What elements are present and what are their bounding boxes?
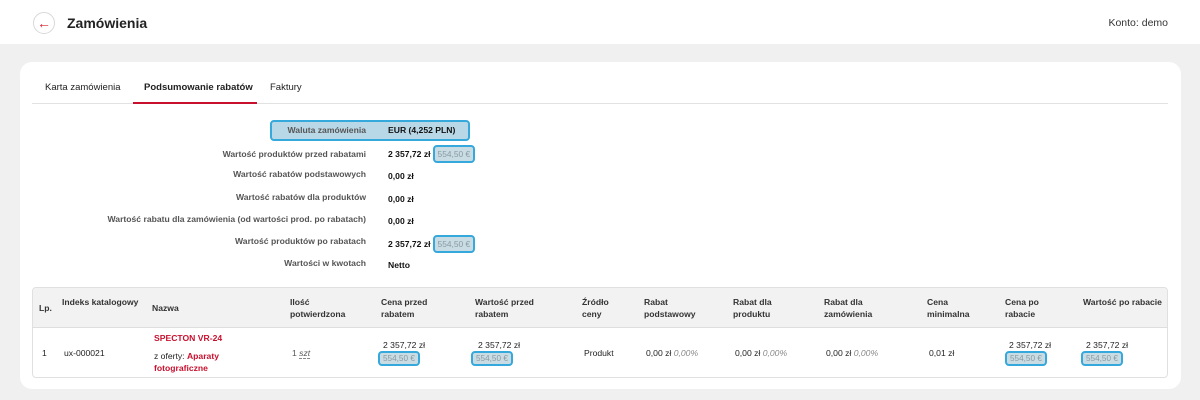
col-disc-product: Rabat dla produktu <box>733 297 772 319</box>
cell-lp: 1 <box>42 348 47 358</box>
col-price-after: Cena po rabacie <box>1005 297 1039 319</box>
summary-label: Wartość produktów po rabatach <box>235 236 366 246</box>
tab-podsumowanie-rabatow[interactable]: Podsumowanie rabatów <box>144 82 253 93</box>
unit-label: szt <box>299 348 311 359</box>
col-disc-order: Rabat dla zamówienia <box>824 297 873 319</box>
eur-value-badge: 554,50 € <box>1081 351 1123 366</box>
summary-row-amounts: Wartości w kwotach Netto <box>60 255 660 271</box>
col-source: Źródło ceny <box>582 297 609 319</box>
summary-row-before: Wartość produktów przed rabatami 2 357,7… <box>60 145 660 163</box>
cell-disc-order: 0,00 zł 0,00% <box>826 348 879 358</box>
summary-value: 0,00 zł <box>388 171 414 181</box>
summary-label: Wartości w kwotach <box>284 258 366 268</box>
summary-row-currency: Waluta zamówienia EUR (4,252 PLN) <box>60 122 660 138</box>
summary-label: Wartość rabatów podstawowych <box>233 169 366 179</box>
col-disc-basic: Rabat podstawowy <box>644 297 696 319</box>
col-qty: Ilość potwierdzona <box>290 297 346 319</box>
summary-label: Wartość rabatu dla zamówienia (od wartoś… <box>107 214 367 224</box>
summary-value: 2 357,72 zł 554,50 € <box>388 235 476 253</box>
eur-value-badge: 554,50 € <box>1005 351 1047 366</box>
col-lp: Lp. <box>39 303 52 313</box>
summary-value: 0,00 zł <box>388 216 414 226</box>
col-value-after: Wartość po rabacie <box>1083 297 1162 307</box>
cell-value-after: 2 357,72 zł <box>1086 340 1129 350</box>
tab-karta-zamowienia[interactable]: Karta zamówienia <box>45 82 121 93</box>
summary-label: Wartość rabatów dla produktów <box>235 192 366 202</box>
summary-value: EUR (4,252 PLN) <box>388 125 456 135</box>
cell-offer: z oferty: Aparaty fotograficzne <box>154 351 219 373</box>
cell-value-before: 2 357,72 zł <box>478 340 521 350</box>
cell-disc-basic: 0,00 zł 0,00% <box>646 348 699 358</box>
order-items-table: Lp. Indeks katalogowy Nazwa Ilość potwie… <box>32 287 1168 378</box>
col-min-price: Cena minimalna <box>927 297 970 319</box>
cell-price-after-eur: 554,50 € <box>1005 351 1047 366</box>
cell-value-before-eur: 554,50 € <box>471 351 513 366</box>
cell-value-after-eur: 554,50 € <box>1081 351 1123 366</box>
col-value-before: Wartość przed rabatem <box>475 297 534 319</box>
account-label: Konto: demo <box>1108 17 1168 29</box>
page-title: Zamówienia <box>67 15 148 31</box>
summary-row-basic: Wartość rabatów podstawowych 0,00 zł <box>60 166 660 182</box>
summary-value: 2 357,72 zł 554,50 € <box>388 145 476 163</box>
arrow-left-icon[interactable]: ← <box>33 12 55 34</box>
summary-value: Netto <box>388 260 410 270</box>
col-price-before: Cena przed rabatem <box>381 297 428 319</box>
cell-price-after: 2 357,72 zł <box>1009 340 1052 350</box>
eur-value-badge: 554,50 € <box>432 235 476 253</box>
summary-row-order: Wartość rabatu dla zamówienia (od wartoś… <box>60 211 660 227</box>
cell-price-before: 2 357,72 zł <box>383 340 426 350</box>
product-name-link[interactable]: SPECTON VR-24 <box>154 333 222 343</box>
summary-label: Waluta zamówienia <box>287 125 366 135</box>
col-index: Indeks katalogowy <box>62 297 139 307</box>
summary-row-after: Wartość produktów po rabatach 2 357,72 z… <box>60 233 660 253</box>
eur-value-badge: 554,50 € <box>432 145 476 163</box>
summary-label: Wartość produktów przed rabatami <box>222 149 366 159</box>
table-header: Lp. Indeks katalogowy Nazwa Ilość potwie… <box>33 288 1167 328</box>
active-tab-indicator <box>133 102 257 104</box>
tab-faktury[interactable]: Faktury <box>270 82 302 93</box>
eur-value-badge: 554,50 € <box>471 351 513 366</box>
summary-value: 0,00 zł <box>388 194 414 204</box>
cell-source: Produkt <box>584 348 614 358</box>
summary-row-products: Wartość rabatów dla produktów 0,00 zł <box>60 189 660 205</box>
cell-qty: 1 szt <box>292 348 311 359</box>
cell-min-price: 0,01 zł <box>929 348 955 358</box>
col-name: Nazwa <box>152 303 179 313</box>
cell-price-before-eur: 554,50 € <box>378 351 420 366</box>
cell-index: ux-000021 <box>64 348 105 358</box>
top-bar: ← Zamówienia Konto: demo <box>0 0 1200 44</box>
cell-disc-product: 0,00 zł 0,00% <box>735 348 788 358</box>
eur-value-badge: 554,50 € <box>378 351 420 366</box>
tab-bar: Karta zamówienia Podsumowanie rabatów Fa… <box>32 72 1168 104</box>
